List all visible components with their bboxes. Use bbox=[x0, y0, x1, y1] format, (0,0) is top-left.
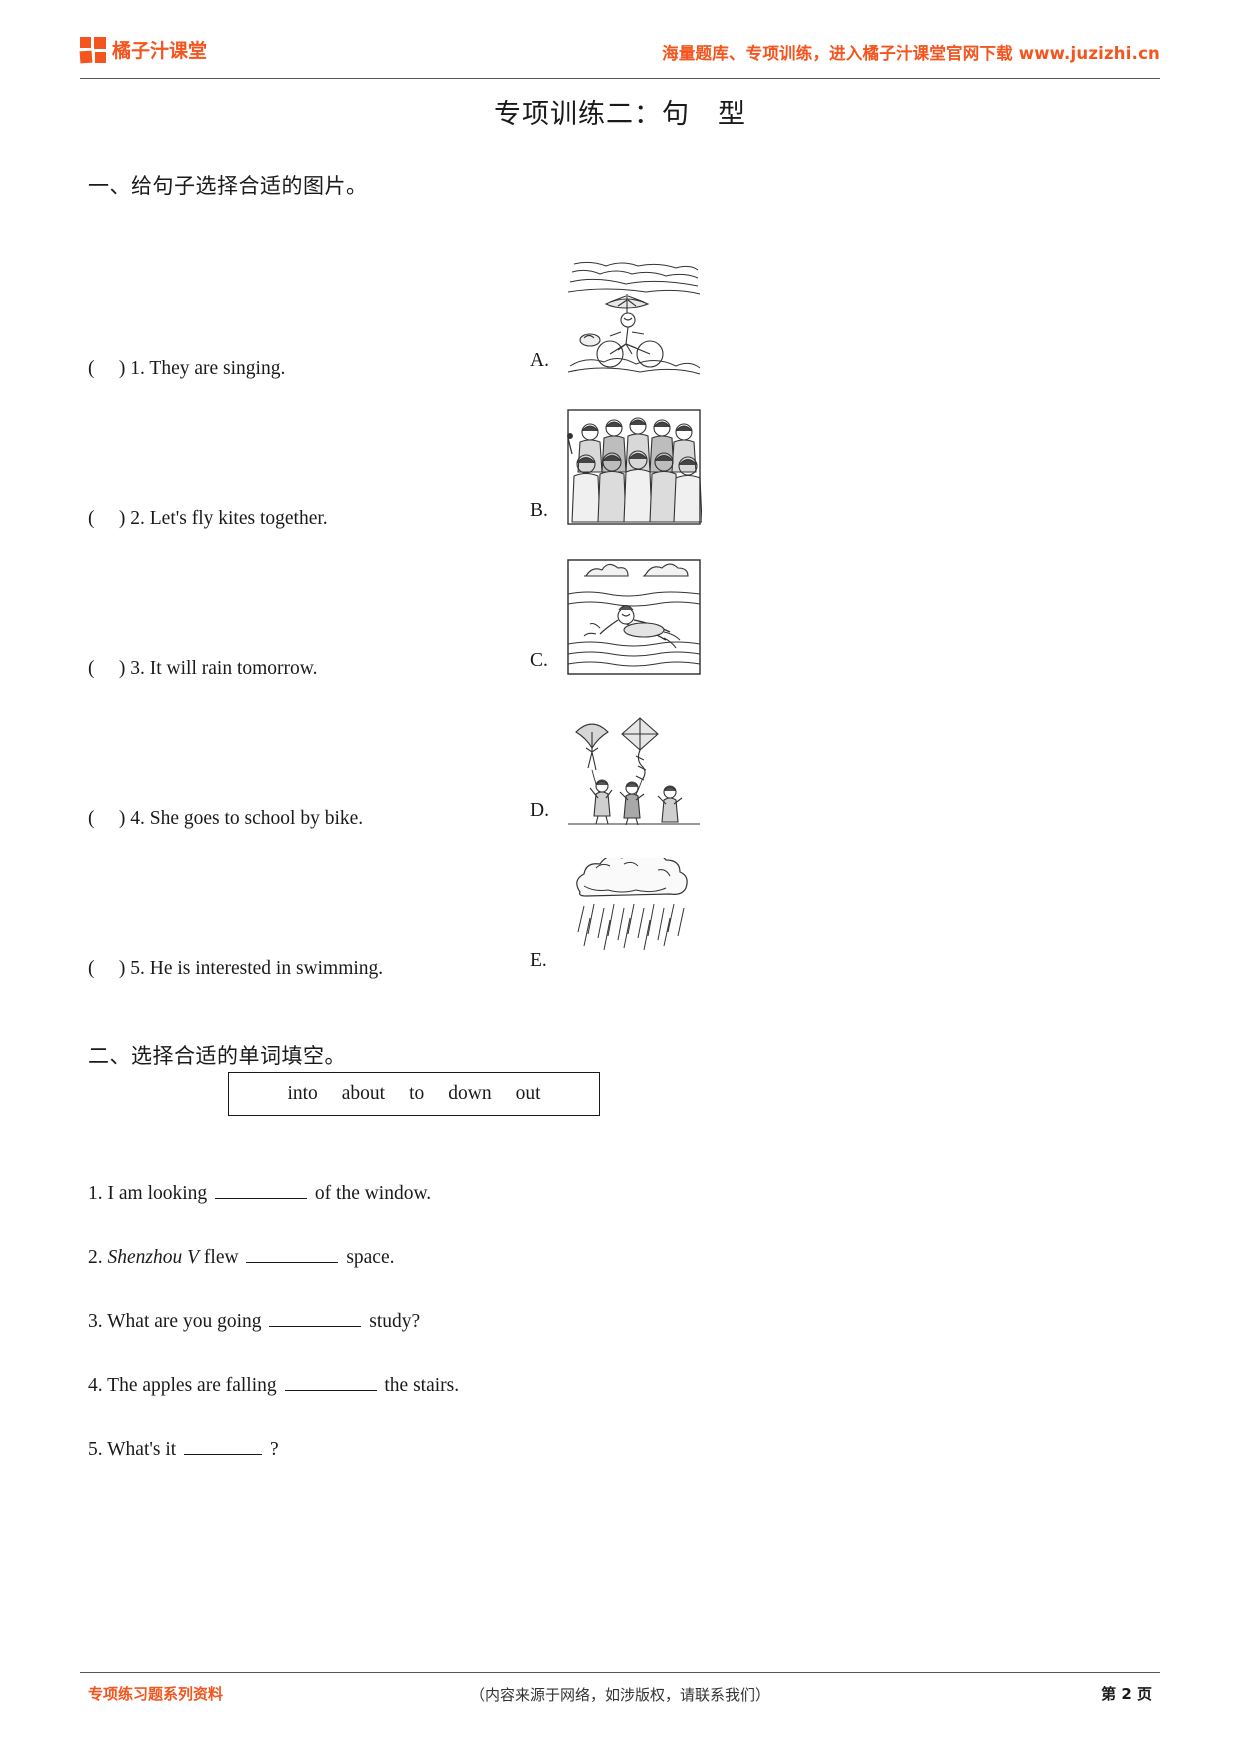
answer-blank[interactable] bbox=[284, 1374, 377, 1391]
picture-letter: D. bbox=[530, 800, 549, 821]
question-text: They are singing. bbox=[149, 358, 286, 379]
fill-blank-row: 4. The apples are falling the stairs. bbox=[88, 1354, 988, 1418]
question-text-italic: Shenzhou V bbox=[107, 1247, 200, 1268]
footer-disclaimer: （内容来源于网络，如涉版权，请联系我们） bbox=[469, 1688, 770, 1704]
answer-blank[interactable] bbox=[246, 1246, 339, 1263]
question-number: 2. bbox=[130, 508, 145, 529]
question-number: 3. bbox=[130, 658, 145, 679]
question-text: He is interested in swimming. bbox=[149, 958, 384, 979]
page-title: 专项训练二：句 型 bbox=[494, 99, 746, 129]
question-number: 5. bbox=[130, 958, 145, 979]
question-text-before: flew bbox=[203, 1247, 239, 1268]
question-text-before: I am looking bbox=[107, 1183, 208, 1204]
answer-bracket[interactable]: ( ) bbox=[88, 658, 125, 679]
picture-row: B. bbox=[530, 372, 830, 525]
matching-picture-list: A. B. C. D. E. bbox=[530, 222, 830, 972]
answer-blank[interactable] bbox=[269, 1310, 362, 1327]
question-number: 2. bbox=[88, 1247, 103, 1268]
person-swimming-icon bbox=[566, 558, 702, 676]
header-divider bbox=[80, 78, 1160, 79]
four-square-grid-icon bbox=[79, 36, 106, 63]
header-tagline: 海量题库、专项训练，进入橘子汁课堂官网下载 www.juzizhi.cn bbox=[662, 44, 1160, 63]
question-number: 1. bbox=[88, 1183, 103, 1204]
section-2-heading: 二、选择合适的单词填空。 bbox=[88, 1044, 346, 1068]
section-1-heading: 一、给句子选择合适的图片。 bbox=[88, 174, 368, 198]
question-text: She goes to school by bike. bbox=[149, 808, 364, 829]
question-text-after: of the window. bbox=[314, 1183, 432, 1204]
question-text-after: ? bbox=[269, 1439, 279, 1460]
choir-group-singing-icon bbox=[566, 408, 702, 526]
worksheet-page: 橘子汁课堂 海量题库、专项训练，进入橘子汁课堂官网下载 www.juzizhi.… bbox=[0, 0, 1240, 1754]
fill-blank-question-list: 1. I am looking of the window. 2. Shenzh… bbox=[88, 1162, 988, 1482]
picture-letter: B. bbox=[530, 500, 548, 521]
word-bank-item[interactable]: out bbox=[516, 1083, 541, 1105]
question-text-after: the stairs. bbox=[384, 1375, 460, 1396]
word-bank-item[interactable]: about bbox=[342, 1083, 385, 1105]
girl-riding-bicycle-in-rain-icon bbox=[566, 258, 702, 376]
question-text: Let's fly kites together. bbox=[149, 508, 328, 529]
answer-bracket[interactable]: ( ) bbox=[88, 508, 125, 529]
answer-blank[interactable] bbox=[184, 1438, 263, 1455]
question-number: 1. bbox=[130, 358, 145, 379]
question-text-before: What's it bbox=[107, 1439, 177, 1460]
footer-divider bbox=[80, 1672, 1160, 1673]
question-number: 5. bbox=[88, 1439, 103, 1460]
children-flying-kites-icon bbox=[566, 708, 702, 826]
question-text-before: What are you going bbox=[107, 1311, 262, 1332]
question-text-after: space. bbox=[346, 1247, 395, 1268]
question-number: 4. bbox=[88, 1375, 103, 1396]
answer-bracket[interactable]: ( ) bbox=[88, 358, 125, 379]
word-bank-item[interactable]: to bbox=[409, 1083, 424, 1105]
page-number: 第 2 页 bbox=[1101, 1685, 1152, 1703]
matching-question-list: ( ) 1. They are singing. ( ) 2. Let's fl… bbox=[88, 230, 558, 980]
matching-question: ( ) 5. He is interested in swimming. bbox=[88, 958, 383, 980]
fill-blank-row: 1. I am looking of the window. bbox=[88, 1162, 988, 1226]
answer-bracket[interactable]: ( ) bbox=[88, 808, 125, 829]
picture-row: A. bbox=[530, 222, 830, 375]
word-bank-item[interactable]: down bbox=[448, 1083, 491, 1105]
matching-question: ( ) 1. They are singing. bbox=[88, 358, 285, 380]
word-bank: into about to down out bbox=[228, 1072, 600, 1116]
question-number: 4. bbox=[130, 808, 145, 829]
matching-row: ( ) 3. It will rain tomorrow. bbox=[88, 530, 558, 680]
question-text-after: study? bbox=[369, 1311, 421, 1332]
matching-row: ( ) 4. She goes to school by bike. bbox=[88, 680, 558, 830]
fill-blank-row: 2. Shenzhou V flew space. bbox=[88, 1226, 988, 1290]
picture-row: E. bbox=[530, 822, 830, 972]
rain-clouds-icon bbox=[566, 858, 702, 976]
question-text-before: The apples are falling bbox=[107, 1375, 277, 1396]
matching-question: ( ) 2. Let's fly kites together. bbox=[88, 508, 328, 530]
matching-row: ( ) 5. He is interested in swimming. bbox=[88, 830, 558, 980]
matching-row: ( ) 1. They are singing. bbox=[88, 230, 558, 380]
picture-letter: A. bbox=[530, 350, 549, 371]
brand-name: 橘子汁课堂 bbox=[112, 40, 208, 62]
fill-blank-row: 5. What's it ? bbox=[88, 1418, 988, 1482]
question-number: 3. bbox=[88, 1311, 103, 1332]
brand-logo: 橘子汁课堂 bbox=[79, 36, 208, 63]
word-bank-item[interactable]: into bbox=[287, 1083, 317, 1105]
picture-letter: C. bbox=[530, 650, 548, 671]
question-text: It will rain tomorrow. bbox=[149, 658, 318, 679]
matching-question: ( ) 3. It will rain tomorrow. bbox=[88, 658, 317, 680]
answer-blank[interactable] bbox=[215, 1182, 308, 1199]
picture-row: C. bbox=[530, 522, 830, 675]
answer-bracket[interactable]: ( ) bbox=[88, 958, 125, 979]
matching-question: ( ) 4. She goes to school by bike. bbox=[88, 808, 363, 830]
fill-blank-row: 3. What are you going study? bbox=[88, 1290, 988, 1354]
picture-row: D. bbox=[530, 672, 830, 826]
matching-row: ( ) 2. Let's fly kites together. bbox=[88, 380, 558, 530]
picture-letter: E. bbox=[530, 950, 547, 971]
